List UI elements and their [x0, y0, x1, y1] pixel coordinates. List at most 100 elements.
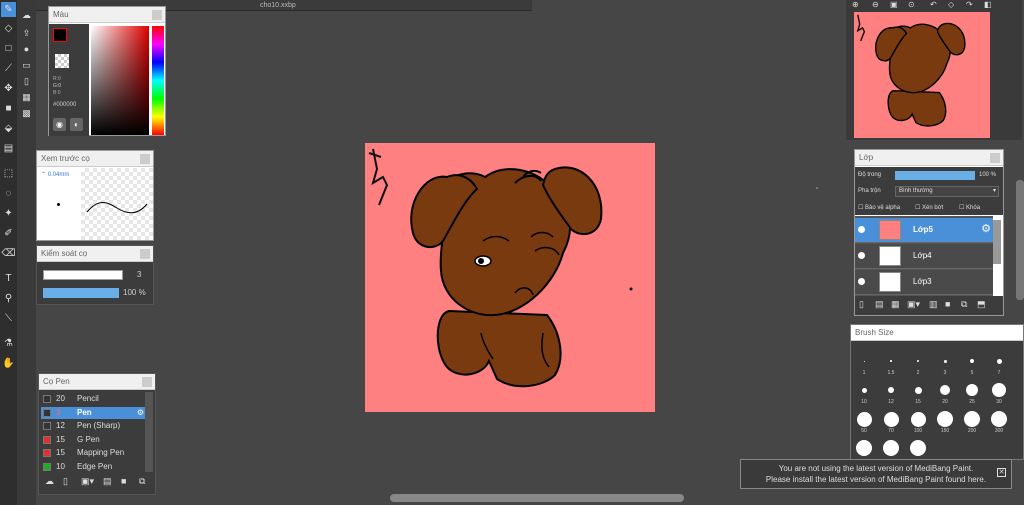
canvas-horizontal-scrollbar[interactable] — [390, 494, 684, 502]
brush-settings-icon[interactable]: ▤ — [103, 476, 112, 487]
page-icon[interactable]: ▯ — [19, 74, 34, 89]
brush-size-option[interactable] — [937, 411, 953, 427]
add-8bit-layer-icon[interactable]: ▦ — [891, 299, 900, 310]
collapse-icon[interactable] — [152, 10, 162, 20]
brush-size-option[interactable] — [910, 440, 926, 456]
palette-icon[interactable]: ◉ — [53, 118, 66, 131]
eraser-tool-icon[interactable]: ◇ — [1, 21, 16, 36]
brush-size-option[interactable] — [863, 360, 865, 362]
eyedropper-tool-icon[interactable]: ⚗ — [1, 336, 16, 351]
update-notification[interactable]: You are not using the latest version of … — [740, 459, 1012, 489]
lock-checkbox[interactable]: ☐ Khóa — [959, 204, 980, 211]
hand-tool-icon[interactable]: ✋ — [1, 356, 16, 371]
brush-list-item[interactable]: 3 Pen ⚙ — [41, 406, 145, 419]
move-tool-icon[interactable]: ✥ — [1, 81, 16, 96]
brush-size-option[interactable] — [861, 387, 867, 393]
brush-size-option[interactable] — [917, 360, 919, 362]
copy-brush-icon[interactable]: ⧉ — [139, 476, 145, 487]
lasso-tool-icon[interactable]: ◌ — [1, 186, 16, 201]
saturation-value-picker[interactable] — [91, 26, 149, 135]
brush-size-option[interactable] — [992, 383, 1006, 397]
color-settings-icon[interactable]: ◐ — [70, 118, 83, 131]
select-eraser-icon[interactable]: ⌫ — [1, 246, 16, 261]
upload-icon[interactable]: ⇪ — [19, 26, 34, 41]
zoom-100-icon[interactable]: ⊙ — [908, 0, 915, 9]
navigator-preview[interactable] — [854, 12, 990, 138]
rectangle-tool-icon[interactable]: □ — [1, 41, 16, 56]
duplicate-layer-icon[interactable]: ⧉ — [961, 299, 967, 310]
brush-size-option[interactable] — [966, 384, 978, 396]
brush-size-option[interactable] — [943, 359, 947, 363]
brush-size-option[interactable] — [914, 386, 922, 394]
bucket-tool-icon[interactable]: ⬙ — [1, 121, 16, 136]
fill-rect-tool-icon[interactable]: ■ — [1, 101, 16, 116]
brush-size-option[interactable] — [964, 411, 980, 427]
text-tool-icon[interactable]: T — [1, 271, 16, 286]
gradient-tool-icon[interactable]: ▤ — [1, 141, 16, 156]
new-brush-icon[interactable]: ▯ — [63, 476, 68, 487]
layer-opacity-slider[interactable] — [895, 171, 975, 180]
layer-item[interactable]: Lớp5 ⚙ — [855, 218, 993, 243]
comment-icon[interactable]: ▭ — [19, 58, 34, 73]
select-tool-icon[interactable]: ⬚ — [1, 166, 16, 181]
brush-size-option[interactable] — [888, 387, 894, 393]
hue-slider[interactable] — [152, 26, 164, 135]
blend-mode-select[interactable]: Bình thường ▾ — [895, 186, 999, 197]
collapse-icon[interactable] — [140, 249, 150, 259]
brush-size-option[interactable] — [940, 385, 950, 395]
brush-list-item[interactable]: 15 Mapping Pen — [41, 447, 145, 459]
gear-icon[interactable]: ⚙ — [981, 222, 991, 235]
layer-list-scrollbar[interactable] — [993, 220, 1001, 264]
add-layer-menu-icon[interactable]: ▣▾ — [907, 299, 920, 310]
clipping-checkbox[interactable]: ☐ Xén bớt — [915, 204, 943, 211]
collapse-icon[interactable] — [140, 154, 150, 164]
rotate-right-icon[interactable]: ↷ — [966, 0, 973, 9]
divide-tool-icon[interactable]: ⟍ — [1, 311, 16, 326]
chat-icon[interactable]: ● — [19, 42, 34, 57]
brush-list-item[interactable]: 15 G Pen — [41, 434, 145, 446]
brush-list-item[interactable]: 10 Edge Pen — [41, 461, 145, 473]
document-title[interactable]: cho10.xxbp — [260, 0, 296, 11]
primary-color-swatch[interactable] — [53, 28, 67, 42]
grid-icon[interactable]: ▩ — [19, 106, 34, 121]
brush-folder-icon[interactable]: ■ — [121, 476, 126, 486]
brush-size-option[interactable] — [970, 359, 974, 363]
eye-icon[interactable] — [858, 278, 865, 285]
brush-list-item[interactable]: 20 Pencil — [41, 393, 145, 405]
brush-size-option[interactable] — [910, 411, 926, 427]
brush-size-option[interactable] — [883, 411, 899, 427]
gear-icon[interactable]: ⚙ — [137, 407, 144, 419]
select-pen-icon[interactable]: ✐ — [1, 226, 16, 241]
magic-wand-icon[interactable]: ✦ — [1, 206, 16, 221]
eye-icon[interactable] — [858, 226, 865, 233]
drawing-canvas[interactable] — [365, 143, 655, 412]
brush-size-option[interactable] — [890, 360, 892, 362]
collapse-icon[interactable] — [990, 153, 1000, 163]
brush-size-option[interactable] — [996, 358, 1002, 364]
merge-layer-icon[interactable]: ⬒ — [977, 299, 986, 310]
layer-item[interactable]: Lớp4 — [855, 244, 993, 269]
flip-icon[interactable]: ◧ — [984, 0, 992, 9]
cloud-brush-icon[interactable]: ☁ — [45, 476, 54, 487]
brush-list-item[interactable]: 12 Pen (Sharp) — [41, 420, 145, 432]
brush-list-scrollbar[interactable] — [145, 392, 153, 472]
layer-settings-icon[interactable]: ▥ — [929, 299, 938, 310]
brush-size-option[interactable] — [991, 411, 1007, 427]
zoom-in-icon[interactable]: ⊕ — [852, 0, 859, 9]
add-halftone-layer-icon[interactable]: ▤ — [875, 299, 884, 310]
rotate-left-icon[interactable]: ↶ — [930, 0, 937, 9]
collapse-icon[interactable] — [142, 377, 152, 387]
fit-window-icon[interactable]: ▣ — [890, 0, 898, 9]
eye-icon[interactable] — [858, 252, 865, 259]
rotate-reset-icon[interactable]: ◇ — [948, 0, 954, 9]
add-brush-icon[interactable]: ▣▾ — [81, 476, 94, 487]
hex-value[interactable]: #000000 — [53, 102, 76, 108]
brush-size-option[interactable] — [856, 440, 872, 456]
operation-tool-icon[interactable]: ⚲ — [1, 291, 16, 306]
protect-alpha-checkbox[interactable]: ☐ Bảo vệ alpha — [858, 204, 900, 211]
brush-size-option[interactable] — [883, 440, 899, 456]
notification-line-2[interactable]: Please install the latest version of Med… — [741, 474, 1011, 485]
brush-opacity-slider[interactable] — [43, 288, 119, 298]
layer-icon[interactable]: ▦ — [19, 90, 34, 105]
brush-size-option[interactable] — [856, 411, 872, 427]
